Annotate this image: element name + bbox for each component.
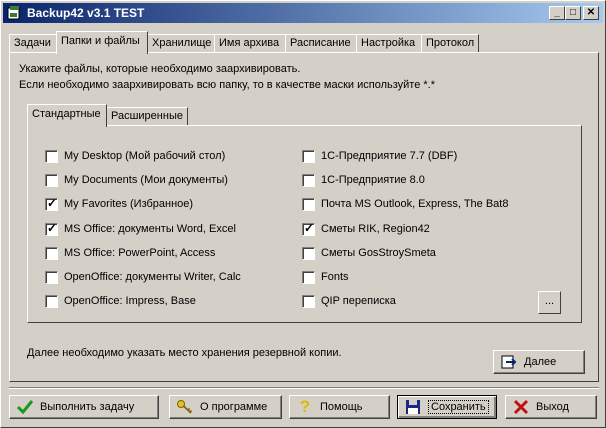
close-icon: ✕ bbox=[586, 7, 596, 18]
checkbox-label: Fonts bbox=[321, 271, 349, 283]
checkmark-icon: ✓ bbox=[304, 220, 315, 235]
tab-advanced[interactable]: Расширенные bbox=[106, 107, 188, 126]
next-arrow-icon bbox=[500, 353, 518, 371]
tab-standard[interactable]: Стандартные bbox=[27, 104, 107, 127]
separator bbox=[9, 387, 599, 389]
checkmark-icon: ✓ bbox=[47, 195, 58, 210]
checkbox-openoffice-impress-base[interactable]: OpenOffice: Impress, Base bbox=[45, 294, 196, 308]
checkbox-my-favorites[interactable]: ✓ My Favorites (Избранное) bbox=[45, 195, 194, 211]
help-button[interactable]: ? Помощь bbox=[289, 395, 390, 419]
tab-schedule[interactable]: Расписание bbox=[285, 34, 357, 53]
tab-folders-files[interactable]: Папки и файлы bbox=[56, 31, 148, 54]
close-button[interactable]: ✕ bbox=[583, 6, 599, 20]
title-bar[interactable]: Backup42 v3.1 TEST _ □ ✕ bbox=[3, 3, 603, 23]
save-label: Сохранить bbox=[428, 400, 489, 414]
next-button-label: Далее bbox=[524, 356, 557, 368]
checkbox-label: My Documents (Мои документы) bbox=[64, 174, 228, 186]
checkbox-box[interactable] bbox=[45, 149, 58, 163]
maximize-button[interactable]: □ bbox=[565, 6, 581, 20]
about-label: О программе bbox=[200, 401, 268, 413]
intro-line-1: Укажите файлы, которые необходимо заархи… bbox=[19, 63, 301, 75]
checkbox-label: 1С-Предприятие 7.7 (DBF) bbox=[321, 150, 458, 162]
checkbox-label: My Desktop (Мой рабочий стол) bbox=[64, 150, 226, 162]
checkbox-label: Сметы RIK, Region42 bbox=[321, 223, 430, 235]
intro-line-2: Если необходимо заархивировать всю папку… bbox=[19, 79, 435, 91]
tab-storage[interactable]: Хранилище bbox=[147, 34, 215, 53]
checkbox-box[interactable] bbox=[45, 173, 58, 187]
checkbox-box[interactable] bbox=[302, 173, 315, 187]
checkbox-my-desktop[interactable]: My Desktop (Мой рабочий стол) bbox=[45, 149, 225, 163]
checkbox-label: MS Office: PowerPoint, Access bbox=[64, 247, 216, 259]
close-icon bbox=[512, 398, 530, 416]
question-icon: ? bbox=[299, 397, 311, 416]
checkbox-qip[interactable]: QIP переписка bbox=[302, 294, 396, 308]
checkmark-icon: ✓ bbox=[47, 220, 58, 235]
checkbox-label: 1С-Предприятие 8.0 bbox=[321, 174, 425, 186]
about-button[interactable]: О программе bbox=[169, 395, 282, 419]
checkbox-box[interactable]: ✓ bbox=[302, 220, 315, 236]
checkbox-box[interactable] bbox=[302, 246, 315, 260]
checkbox-smety-gosstroy[interactable]: Сметы GosStroySmeta bbox=[302, 246, 436, 260]
save-button[interactable]: Сохранить bbox=[397, 395, 497, 419]
tab-tasks[interactable]: Задачи bbox=[9, 34, 57, 53]
next-button[interactable]: Далее bbox=[493, 350, 585, 374]
more-options-button[interactable]: ... bbox=[538, 291, 561, 314]
minimize-icon: _ bbox=[554, 7, 560, 18]
tab-log[interactable]: Протокол bbox=[421, 34, 479, 53]
checkbox-label: My Favorites (Избранное) bbox=[64, 198, 194, 210]
checkbox-label: OpenOffice: Impress, Base bbox=[64, 295, 196, 307]
checkbox-box[interactable] bbox=[302, 270, 315, 284]
app-icon bbox=[7, 6, 20, 20]
checkbox-box[interactable] bbox=[302, 294, 315, 308]
checkbox-ms-office-powerpoint-access[interactable]: MS Office: PowerPoint, Access bbox=[45, 246, 215, 260]
checkbox-box[interactable]: ✓ bbox=[45, 220, 58, 236]
checkbox-box[interactable]: ✓ bbox=[45, 195, 58, 211]
checkbox-label: OpenOffice: документы Writer, Calc bbox=[64, 271, 241, 283]
checkbox-ms-office-word-excel[interactable]: ✓ MS Office: документы Word, Excel bbox=[45, 220, 236, 236]
exit-label: Выход bbox=[536, 401, 569, 413]
checkbox-openoffice-writer-calc[interactable]: OpenOffice: документы Writer, Calc bbox=[45, 270, 241, 284]
run-task-label: Выполнить задачу bbox=[40, 401, 135, 413]
maximize-icon: □ bbox=[569, 7, 577, 18]
minimize-button[interactable]: _ bbox=[549, 6, 565, 20]
help-label: Помощь bbox=[320, 401, 363, 413]
checkbox-my-documents[interactable]: My Documents (Мои документы) bbox=[45, 173, 228, 187]
checkbox-mail-outlook[interactable]: Почта MS Outlook, Express, The Bat8 bbox=[302, 197, 508, 211]
checkmark-icon bbox=[16, 398, 34, 416]
tab-archive-name[interactable]: Имя архива bbox=[214, 34, 286, 53]
checkbox-label: Сметы GosStroySmeta bbox=[321, 247, 436, 259]
checkbox-box[interactable] bbox=[45, 270, 58, 284]
checkbox-label: MS Office: документы Word, Excel bbox=[64, 223, 236, 235]
checkbox-1c-77[interactable]: 1С-Предприятие 7.7 (DBF) bbox=[302, 149, 457, 163]
checkbox-box[interactable] bbox=[302, 197, 315, 211]
app-window: Backup42 v3.1 TEST _ □ ✕ Задачи Папки и … bbox=[0, 0, 606, 428]
checkbox-label: Почта MS Outlook, Express, The Bat8 bbox=[321, 198, 509, 210]
floppy-disk-icon bbox=[404, 398, 422, 416]
checkbox-box[interactable] bbox=[302, 149, 315, 163]
tab-settings[interactable]: Настройка bbox=[356, 34, 422, 53]
checkbox-box[interactable] bbox=[45, 294, 58, 308]
checkbox-smety-rik[interactable]: ✓ Сметы RIK, Region42 bbox=[302, 220, 430, 236]
checkbox-1c-80[interactable]: 1С-Предприятие 8.0 bbox=[302, 173, 425, 187]
run-task-button[interactable]: Выполнить задачу bbox=[9, 395, 159, 419]
key-icon bbox=[176, 398, 194, 416]
checkbox-label: QIP переписка bbox=[321, 295, 396, 307]
exit-button[interactable]: Выход bbox=[505, 395, 597, 419]
window-title: Backup42 v3.1 TEST bbox=[27, 6, 145, 20]
checkbox-fonts[interactable]: Fonts bbox=[302, 270, 349, 284]
checkbox-box[interactable] bbox=[45, 246, 58, 260]
next-step-note: Далее необходимо указать место хранения … bbox=[27, 347, 342, 359]
